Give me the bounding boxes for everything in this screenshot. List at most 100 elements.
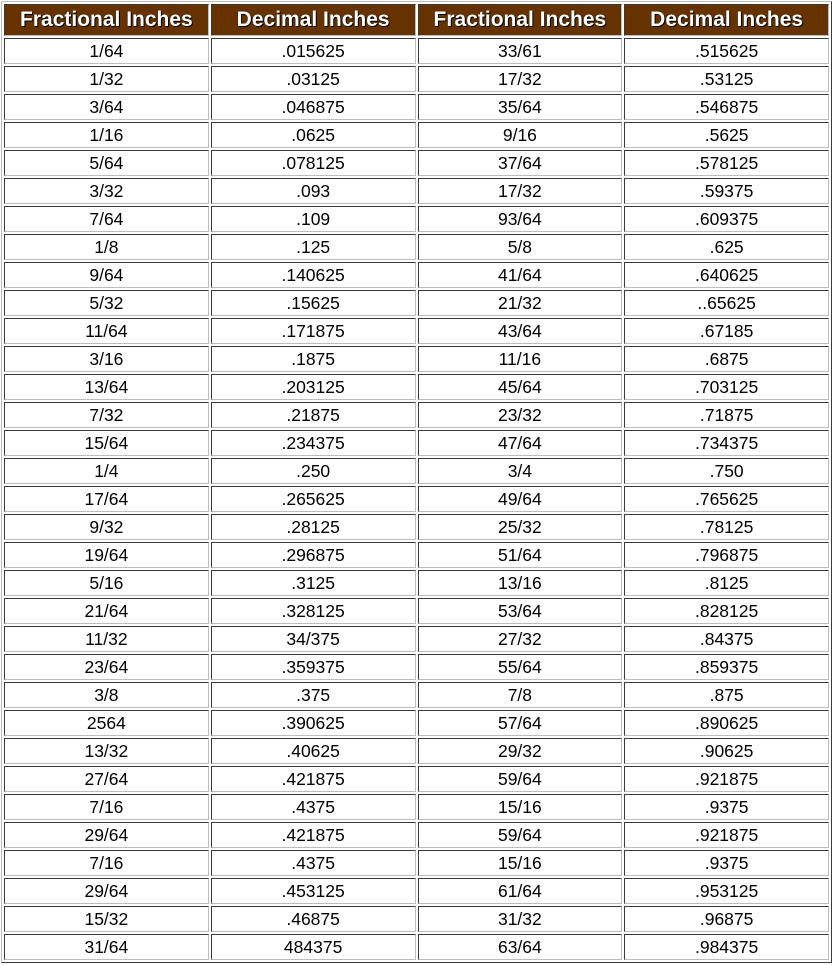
fractional-cell: 3/32 [4,178,209,204]
decimal-cell: .15625 [210,290,416,316]
decimal-cell: 34/375 [210,626,416,652]
table-row: 13/32.40625 29/32.90625 [4,738,829,764]
table-row: 1/32.03125 17/32.53125 [4,66,829,92]
decimal-cell: .890625 [624,710,829,736]
decimal-cell: .984375 [624,934,829,960]
table-row: 5/32.15625 21/32 ..65625 [4,290,829,316]
fractional-cell: 7/16 [4,850,209,876]
fractional-cell: 35/64 [417,94,623,120]
fractional-cell: 5/64 [4,150,209,176]
fractional-cell: 3/64 [4,94,209,120]
decimal-cell: .1875 [210,346,416,372]
decimal-cell: .453125 [210,878,416,904]
fractional-cell: 21/64 [4,598,209,624]
decimal-cell: .4375 [210,794,416,820]
decimal-cell: .359375 [210,654,416,680]
table-row: 19/64.296875 51/64.796875 [4,542,829,568]
decimal-cell: .40625 [210,738,416,764]
decimal-cell: .078125 [210,150,416,176]
fractional-cell: 33/61 [417,38,623,64]
fractional-cell: 17/32 [417,178,623,204]
table-row: 9/32.28125 25/32.78125 [4,514,829,540]
table-row: 3/64.046875 35/64.546875 [4,94,829,120]
decimal-cell: 484375 [210,934,416,960]
decimal-cell: .6875 [624,346,829,372]
decimal-cell: .5625 [624,122,829,148]
fractional-cell: 13/16 [417,570,623,596]
decimal-cell: .765625 [624,486,829,512]
fractional-cell: 55/64 [417,654,623,680]
table-row: 9/64.140625 41/64.640625 [4,262,829,288]
fractional-cell: 7/64 [4,206,209,232]
fractional-cell: 59/64 [417,766,623,792]
fractional-cell: 5/32 [4,290,209,316]
decimal-cell: .171875 [210,318,416,344]
fractional-cell: 49/64 [417,486,623,512]
fraction-decimal-conversion-table: Fractional Inches Decimal Inches Fractio… [1,1,832,963]
decimal-cell: .953125 [624,878,829,904]
fractional-cell: 11/64 [4,318,209,344]
decimal-cell: .67185 [624,318,829,344]
decimal-cell: .546875 [624,94,829,120]
fractional-cell: 9/16 [417,122,623,148]
fractional-cell: 21/32 [417,290,623,316]
fractional-cell: 47/64 [417,430,623,456]
decimal-cell: .9375 [624,850,829,876]
table-row: 2564.390625 57/64.890625 [4,710,829,736]
table-row: 31/64 484375 63/64.984375 [4,934,829,960]
table-row: 13/64.203125 45/64.703125 [4,374,829,400]
fractional-cell: 43/64 [417,318,623,344]
fractional-cell: 51/64 [417,542,623,568]
fractional-cell: 41/64 [417,262,623,288]
table-row: 7/16.4375 15/16.9375 [4,850,829,876]
table-row: 7/16.4375 15/16.9375 [4,794,829,820]
fractional-cell: 5/16 [4,570,209,596]
fractional-cell: 15/64 [4,430,209,456]
fractional-cell: 45/64 [417,374,623,400]
fractional-cell: 59/64 [417,822,623,848]
decimal-cell: ..65625 [624,290,829,316]
decimal-cell: .750 [624,458,829,484]
table-row: 29/64.421875 59/64.921875 [4,822,829,848]
table-header: Fractional Inches Decimal Inches Fractio… [4,4,829,36]
table-row: 27/64.421875 59/64.921875 [4,766,829,792]
header-row: Fractional Inches Decimal Inches Fractio… [4,4,829,36]
decimal-cell: .640625 [624,262,829,288]
decimal-cell: .093 [210,178,416,204]
fractional-cell: 9/64 [4,262,209,288]
table-row: 3/32.093 17/32.59375 [4,178,829,204]
decimal-cell: .0625 [210,122,416,148]
fractional-cell: 15/16 [417,850,623,876]
decimal-cell: .796875 [624,542,829,568]
decimal-cell: .328125 [210,598,416,624]
fractional-cell: 31/64 [4,934,209,960]
decimal-cell: .109 [210,206,416,232]
fractional-cell: 15/32 [4,906,209,932]
decimal-cell: .515625 [624,38,829,64]
decimal-cell: .046875 [210,94,416,120]
decimal-cell: .265625 [210,486,416,512]
fractional-cell: 25/32 [417,514,623,540]
table-row: 1/4.250 3/4.750 [4,458,829,484]
fractional-cell: 15/16 [417,794,623,820]
fractional-cell: 7/8 [417,682,623,708]
header-fractional-inches-1: Fractional Inches [4,4,209,36]
decimal-cell: .84375 [624,626,829,652]
fractional-cell: 7/32 [4,402,209,428]
fractional-cell: 11/16 [417,346,623,372]
decimal-cell: .21875 [210,402,416,428]
decimal-cell: .46875 [210,906,416,932]
decimal-cell: .8125 [624,570,829,596]
decimal-cell: .296875 [210,542,416,568]
fractional-cell: 13/32 [4,738,209,764]
fractional-cell: 19/64 [4,542,209,568]
fractional-cell: 3/4 [417,458,623,484]
table-row: 21/64.328125 53/64.828125 [4,598,829,624]
table-row: 7/32.21875 23/32.71875 [4,402,829,428]
decimal-cell: .250 [210,458,416,484]
fractional-cell: 9/32 [4,514,209,540]
table-row: 1/16.0625 9/16.5625 [4,122,829,148]
decimal-cell: .125 [210,234,416,260]
fractional-cell: 53/64 [417,598,623,624]
decimal-cell: .59375 [624,178,829,204]
